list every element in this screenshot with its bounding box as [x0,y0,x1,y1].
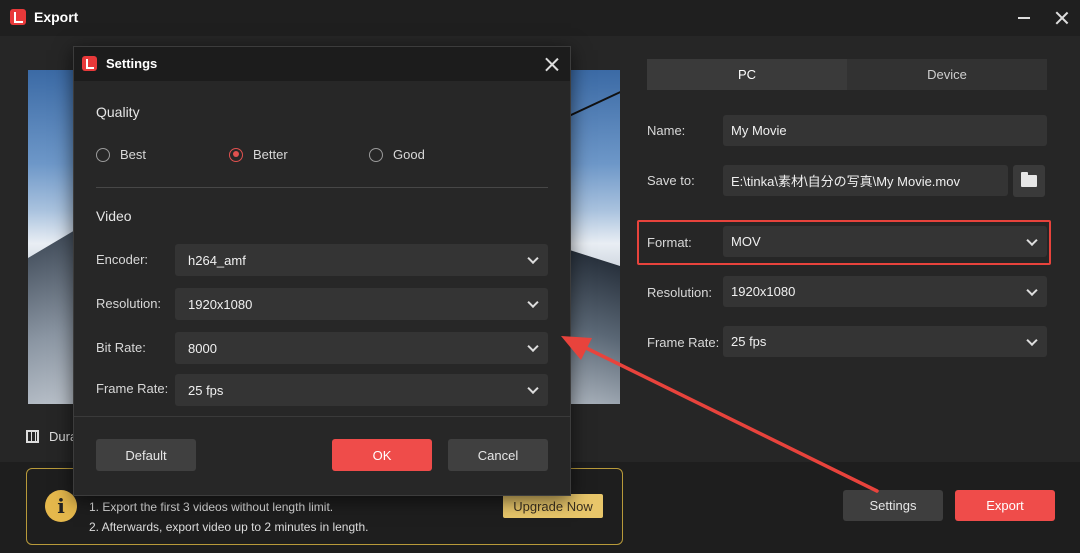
chevron-down-icon [527,382,539,395]
resolution-value: 1920x1080 [731,284,796,299]
name-label: Name: [647,123,686,138]
default-button[interactable]: Default [96,439,196,471]
frame-rate-label: Frame Rate: [647,335,720,350]
format-value: MOV [731,234,761,249]
window-title: Export [34,9,79,25]
upgrade-now-button[interactable]: Upgrade Now [503,494,603,518]
output-tabs: PC Device [647,59,1047,90]
chevron-down-icon [1026,334,1038,346]
cancel-button[interactable]: Cancel [448,439,548,471]
chevron-down-icon [527,252,539,265]
close-icon[interactable] [1050,6,1074,30]
settings-dialog: Settings Quality Best Better Good Video … [73,46,571,496]
duration-info: Dura [26,429,77,444]
name-input[interactable]: My Movie [723,115,1047,146]
radio-icon [369,147,383,162]
close-icon[interactable] [544,57,560,73]
chevron-down-icon [1026,284,1038,296]
app-logo-icon [10,9,26,25]
quality-option-label: Good [393,147,425,162]
quality-option-good[interactable]: Good [369,147,425,162]
chevron-down-icon [1026,234,1038,246]
resolution-label: Resolution: [647,285,713,300]
ok-button[interactable]: OK [332,439,432,471]
dialog-title: Settings [106,56,158,71]
window-titlebar: Export [0,0,1080,36]
format-select[interactable]: MOV [723,226,1047,257]
settings-button[interactable]: Settings [843,490,943,521]
quality-option-label: Better [253,147,288,162]
notice-line-1: 1. Export the first 3 videos without len… [89,500,334,514]
minimize-icon[interactable] [1012,6,1036,30]
name-value: My Movie [731,123,787,138]
chevron-down-icon [527,296,539,309]
dialog-titlebar: Settings [74,47,570,81]
radio-icon [96,147,110,162]
frame-rate-label: Frame Rate: [96,381,169,396]
encoder-value: h264_amf [188,252,246,268]
film-icon [26,430,39,443]
encoder-select[interactable]: h264_amf [175,244,548,276]
quality-option-best[interactable]: Best [96,147,146,162]
save-to-input[interactable]: E:\tinka\素材\自分の写真\My Movie.mov [723,165,1008,196]
frame-rate-select[interactable]: 25 fps [175,374,548,406]
footer-divider [74,416,570,417]
frame-rate-select[interactable]: 25 fps [723,326,1047,357]
section-divider [96,187,548,188]
tab-pc[interactable]: PC [647,59,847,90]
quality-heading: Quality [96,104,140,120]
save-to-label: Save to: [647,173,695,188]
app-logo-icon [82,56,97,71]
export-button[interactable]: Export [955,490,1055,521]
bitrate-value: 8000 [188,340,217,356]
bitrate-select[interactable]: 8000 [175,332,548,364]
notice-line-2: 2. Afterwards, export video up to 2 minu… [89,520,369,534]
resolution-value: 1920x1080 [188,296,253,312]
tab-device[interactable]: Device [847,59,1047,90]
resolution-select[interactable]: 1920x1080 [175,288,548,320]
resolution-select[interactable]: 1920x1080 [723,276,1047,307]
quality-option-label: Best [120,147,147,162]
quality-option-better[interactable]: Better [229,147,288,162]
bitrate-label: Bit Rate: [96,340,146,355]
encoder-label: Encoder: [96,252,149,267]
browse-folder-button[interactable] [1013,165,1045,197]
chevron-down-icon [527,340,539,353]
save-to-value: E:\tinka\素材\自分の写真\My Movie.mov [731,174,960,189]
frame-rate-value: 25 fps [188,382,224,398]
folder-icon [1021,172,1037,187]
radio-selected-icon [229,147,243,162]
resolution-label: Resolution: [96,296,162,311]
video-heading: Video [96,208,132,224]
frame-rate-value: 25 fps [731,334,767,349]
format-label: Format: [647,235,692,250]
